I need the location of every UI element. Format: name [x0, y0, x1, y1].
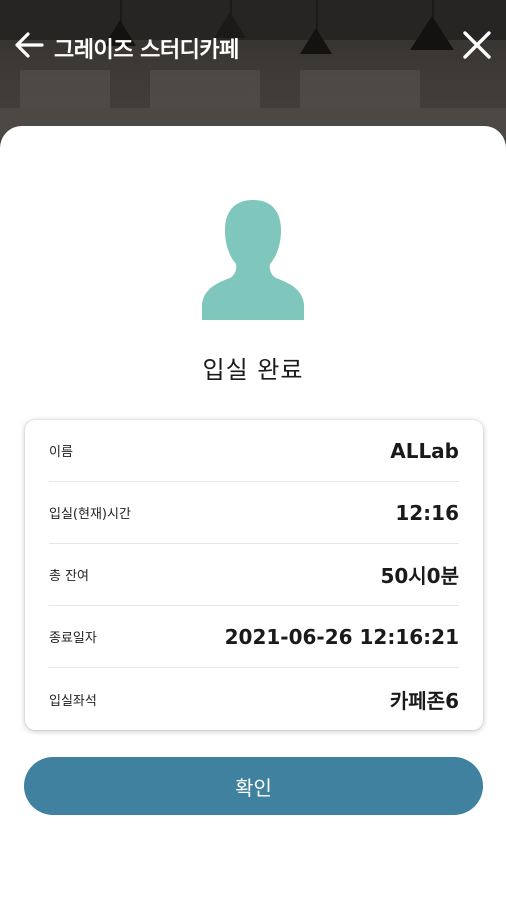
close-icon	[463, 31, 491, 59]
info-row-name: 이름 ALLab	[49, 420, 459, 482]
person-silhouette-icon	[198, 198, 308, 322]
confirm-button[interactable]: 확인	[24, 757, 483, 815]
info-value: 50시0분	[380, 564, 459, 588]
info-row-entry-time: 입실(현재)시간 12:16	[49, 482, 459, 544]
status-title: 입실 완료	[202, 356, 304, 384]
top-bar: 그레이즈 스터디카페	[0, 22, 506, 68]
back-button[interactable]	[12, 28, 46, 62]
info-label: 이름	[49, 445, 73, 460]
info-row-seat: 입실좌석 카페존6	[49, 668, 459, 730]
info-value: 카페존6	[389, 688, 459, 713]
info-value: 12:16	[395, 500, 459, 525]
info-label: 입실좌석	[49, 693, 97, 709]
info-value: 2021-06-26 12:16:21	[224, 624, 459, 649]
arrow-left-icon	[15, 32, 44, 58]
info-value: ALLab	[390, 438, 459, 463]
entry-info-card: 이름 ALLab 입실(현재)시간 12:16 총 잔여 50시0분 종료일자 …	[25, 420, 483, 730]
info-label: 입실(현재)시간	[49, 507, 131, 522]
page-title: 그레이즈 스터디카페	[54, 38, 239, 63]
info-label: 종료일자	[49, 631, 97, 646]
info-row-remaining: 총 잔여 50시0분	[49, 544, 459, 606]
info-label: 총 잔여	[49, 569, 90, 584]
close-button[interactable]	[460, 28, 494, 62]
info-row-end-date: 종료일자 2021-06-26 12:16:21	[49, 606, 459, 668]
